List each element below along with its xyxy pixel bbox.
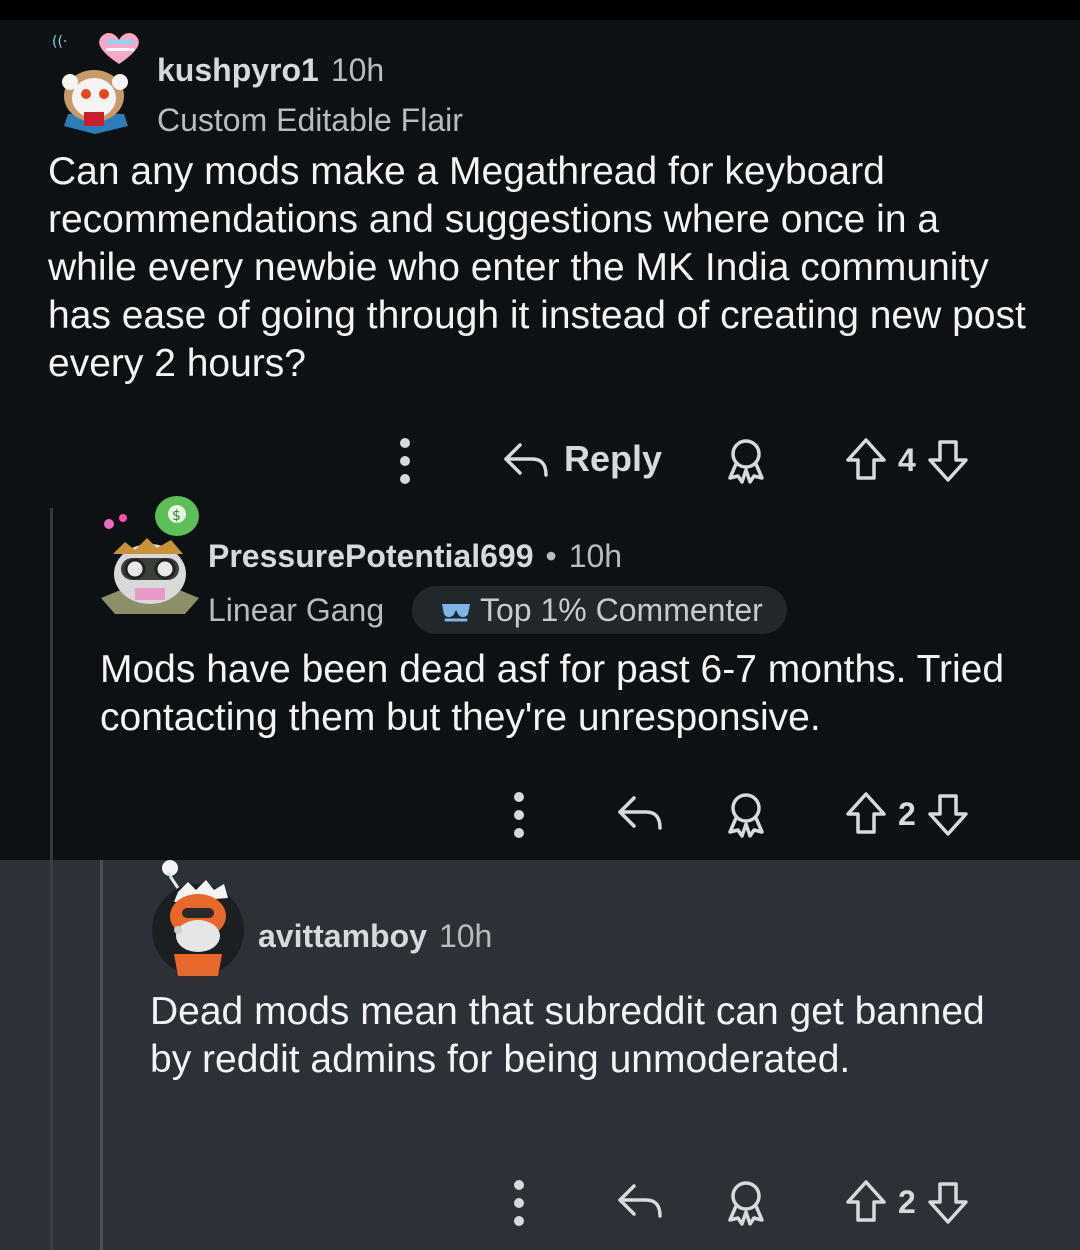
comment-header: PressurePotential699 • 10h <box>208 538 622 575</box>
thread-line[interactable] <box>50 508 53 860</box>
reply-arrow-icon <box>618 796 662 830</box>
user-avatar[interactable]: ((· <box>50 30 140 138</box>
timestamp: 10h <box>330 52 385 88</box>
thread-line[interactable] <box>100 860 103 1250</box>
badge-label: Top 1% Commenter <box>480 591 763 628</box>
upvote-icon[interactable] <box>842 436 890 484</box>
user-avatar[interactable] <box>148 858 248 980</box>
vote-count: 4 <box>898 441 916 478</box>
more-vertical-icon <box>398 438 412 484</box>
vote-controls: 2 <box>842 1178 972 1226</box>
reply-arrow-icon <box>618 1184 662 1218</box>
timestamp: 10h <box>568 538 623 574</box>
more-options-button[interactable] <box>398 438 412 484</box>
award-button[interactable] <box>722 1178 770 1231</box>
sunglasses-icon <box>442 604 470 622</box>
reply-button[interactable]: Reply <box>502 438 662 480</box>
comment-header: kushpyro1 10h <box>157 52 384 89</box>
more-options-button[interactable] <box>512 1180 526 1226</box>
comment-header: avittamboy 10h <box>258 918 492 955</box>
timestamp: 10h <box>438 918 493 954</box>
reply-button[interactable] <box>616 792 664 832</box>
svg-text:$: $ <box>172 508 181 524</box>
comment-body: Mods have been dead asf for past 6-7 mon… <box>100 648 1005 739</box>
vote-controls: 2 <box>842 790 972 838</box>
more-vertical-icon <box>512 1180 526 1226</box>
user-flair: Linear Gang <box>208 592 385 628</box>
vote-count: 2 <box>898 795 916 832</box>
username[interactable]: PressurePotential699 <box>208 538 534 575</box>
award-icon <box>728 1181 764 1226</box>
user-flair: Custom Editable Flair <box>157 102 463 138</box>
comment-body: Dead mods mean that subreddit can get ba… <box>150 990 985 1081</box>
meta-separator: • <box>545 538 557 574</box>
status-bar <box>0 0 1080 20</box>
thread-line[interactable] <box>50 860 53 1250</box>
downvote-icon[interactable] <box>924 1178 972 1226</box>
award-icon <box>728 793 764 838</box>
username[interactable]: kushpyro1 <box>157 52 319 89</box>
reply-arrow-icon <box>504 443 548 477</box>
wifi-icon: ((· <box>52 34 67 50</box>
username[interactable]: avittamboy <box>258 918 427 955</box>
upvote-icon[interactable] <box>842 790 890 838</box>
downvote-icon[interactable] <box>924 436 972 484</box>
upvote-icon[interactable] <box>842 1178 890 1226</box>
heart-icon <box>99 33 139 64</box>
vote-controls: 4 <box>842 436 972 484</box>
award-button[interactable] <box>722 436 770 489</box>
reply-label: Reply <box>564 438 663 479</box>
reply-button[interactable] <box>616 1180 664 1220</box>
top-commenter-badge[interactable]: Top 1% Commenter <box>412 586 787 634</box>
vote-count: 2 <box>898 1183 916 1220</box>
more-vertical-icon <box>512 792 526 838</box>
downvote-icon[interactable] <box>924 790 972 838</box>
award-icon <box>728 439 764 484</box>
more-options-button[interactable] <box>512 792 526 838</box>
comment-body: Can any mods make a Megathread for keybo… <box>48 150 1026 385</box>
user-avatar[interactable]: $ <box>95 488 205 628</box>
award-button[interactable] <box>722 790 770 843</box>
